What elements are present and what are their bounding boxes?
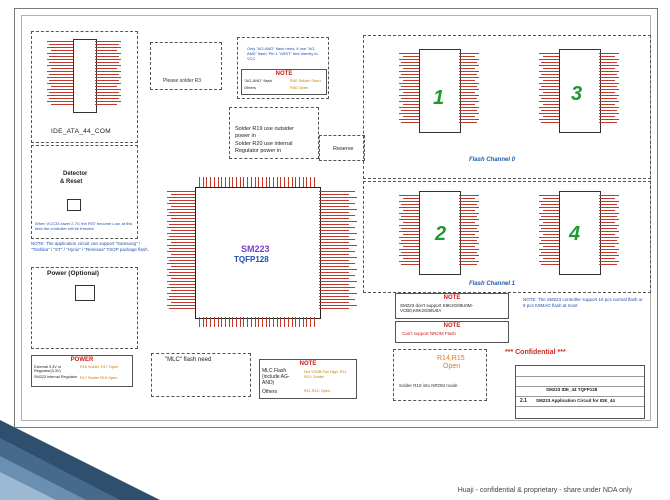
r14-note-1: R14,R15 [437, 355, 465, 362]
power-row-1-value: R16 Solder, R17 Open [80, 365, 119, 369]
controller-name: SM223 [241, 244, 270, 254]
ide-connector [73, 39, 97, 113]
agand-row-1-value: R40 Solder Short [290, 78, 321, 83]
power-table-header: POWER [70, 357, 94, 363]
ide-connector-title: IDE_ATA_44_COM [51, 128, 111, 135]
agand-row-2-value: R40 Open [290, 85, 309, 90]
power-optional-title: Power (Optional) [47, 270, 99, 277]
title-block-rev: 2.1 [520, 398, 527, 404]
controller-pins-top [199, 177, 315, 187]
regulator-note-3: Solder R20 use internal [235, 141, 293, 147]
flash-number-2: 2 [435, 223, 447, 245]
agand-table-header: NOTE [275, 71, 293, 77]
flash-2-pins-right [459, 195, 481, 267]
detector-title-2: & Reset [60, 179, 83, 185]
mlc-note-title: "MLC" flash need [165, 357, 212, 363]
power-optional-area [31, 267, 138, 349]
nrom-note2-text: Can't support NROM Flash [402, 331, 456, 336]
power-row-1-name: External 3.3V or Regulator(3.3V) [34, 365, 62, 374]
footer-text: Huaji - confidential & proprietary - sha… [457, 487, 632, 494]
note-support: NOTE: The application circuit can suppor… [31, 241, 149, 252]
nrom-note2-header: NOTE [443, 323, 461, 329]
nrom-note-text: SM223 don't support K9K2G08U0M-VCB0,K9K2… [400, 303, 474, 314]
nrom-note-header: NOTE [443, 295, 461, 301]
flash-4-pins-right [599, 195, 621, 267]
mlc-row-1-name: MLC Flash (include AG-AND) [262, 368, 290, 386]
regulator-note-4: Regulator power in [235, 148, 282, 154]
nrom-note2-box: NOTE Can't support NROM Flash [395, 321, 509, 343]
regulator-note-2: power in [235, 133, 256, 139]
controller-pins-right [319, 191, 359, 311]
flash-number-1: 1 [433, 87, 445, 109]
solder-r3-note: Please solder R3 [163, 78, 202, 84]
controller-pins-left [167, 191, 195, 311]
flash-3-pins-right [599, 53, 621, 125]
mlc-row-1-value: Not YSGB Pull High, R11 R12: Solder [304, 370, 347, 379]
controller-support-note: NOTE: The SM223 controller support 16 pc… [523, 297, 643, 308]
detector-warning: When VCC33 lower 2.7V, the RST become Lo… [35, 221, 133, 231]
mlc-table: NOTE MLC Flash (include AG-AND) Not YSGB… [259, 359, 357, 399]
r14-note-2: Open [443, 363, 461, 370]
title-block-title: SM223 Application Circuit for IDE_44 [536, 398, 615, 403]
title-block: SM223 IDE_44 TQFP128 2.1 SM223 Applicati… [515, 365, 645, 419]
confidential-label: *** Confidential *** [505, 349, 566, 356]
mlc-table-header: NOTE [299, 361, 317, 367]
mlc-row-2-name: Others [262, 389, 278, 395]
regulator-note-1: Solder R19 use outsider [235, 126, 295, 132]
title-block-company: SM223 IDE_44 TQFP128 [546, 387, 598, 392]
power-row-2-name: SM223 Internal Regulator [34, 375, 78, 379]
decorative-wedge [0, 420, 160, 500]
controller-package: TQFP128 [234, 255, 269, 264]
flash-3-pins-left [537, 53, 559, 125]
flash-1-pins-right [459, 53, 481, 125]
reserve-label: Reserve [333, 146, 354, 152]
schematic-sheet: IDE_ATA_44_COM Detector & Reset When VCC… [14, 8, 658, 428]
reset-ic [67, 199, 81, 211]
power-table: POWER External 3.3V or Regulator(3.3V) R… [31, 355, 133, 387]
mlc-row-2-value: R11,R12: Open [304, 389, 331, 393]
power-row-2-value: R17 Solder R16 Open [80, 376, 118, 380]
flash-number-4: 4 [569, 223, 581, 245]
flash-2-pins-left [397, 195, 419, 267]
controller-pins-bottom [199, 317, 315, 327]
agand-note: Only "AG-AND" flash need, if use "AG-AND… [247, 46, 318, 61]
nrom-note-box: NOTE SM223 don't support K9K2G08U0M-VCB0… [395, 293, 509, 319]
flash-channel-1-label: Flash Channel 1 [469, 281, 516, 287]
flash-1-pins-left [397, 53, 419, 125]
detector-title: Detector [63, 171, 88, 177]
agand-row-1-name: "AG-AND" flash [244, 78, 272, 83]
r19-note: Solder R19 into NROM mode [399, 383, 458, 388]
ide-pins-right [95, 41, 123, 107]
agand-row-2-name: Others [244, 85, 257, 90]
regulator-ic [75, 285, 95, 301]
flash-channel-0-label: Flash Channel 0 [469, 157, 516, 163]
ide-pins-left [45, 41, 73, 107]
flash-4-pins-left [537, 195, 559, 267]
flash-number-3: 3 [571, 83, 583, 105]
agand-table: NOTE "AG-AND" flash R40 Solder Short Oth… [241, 69, 327, 95]
